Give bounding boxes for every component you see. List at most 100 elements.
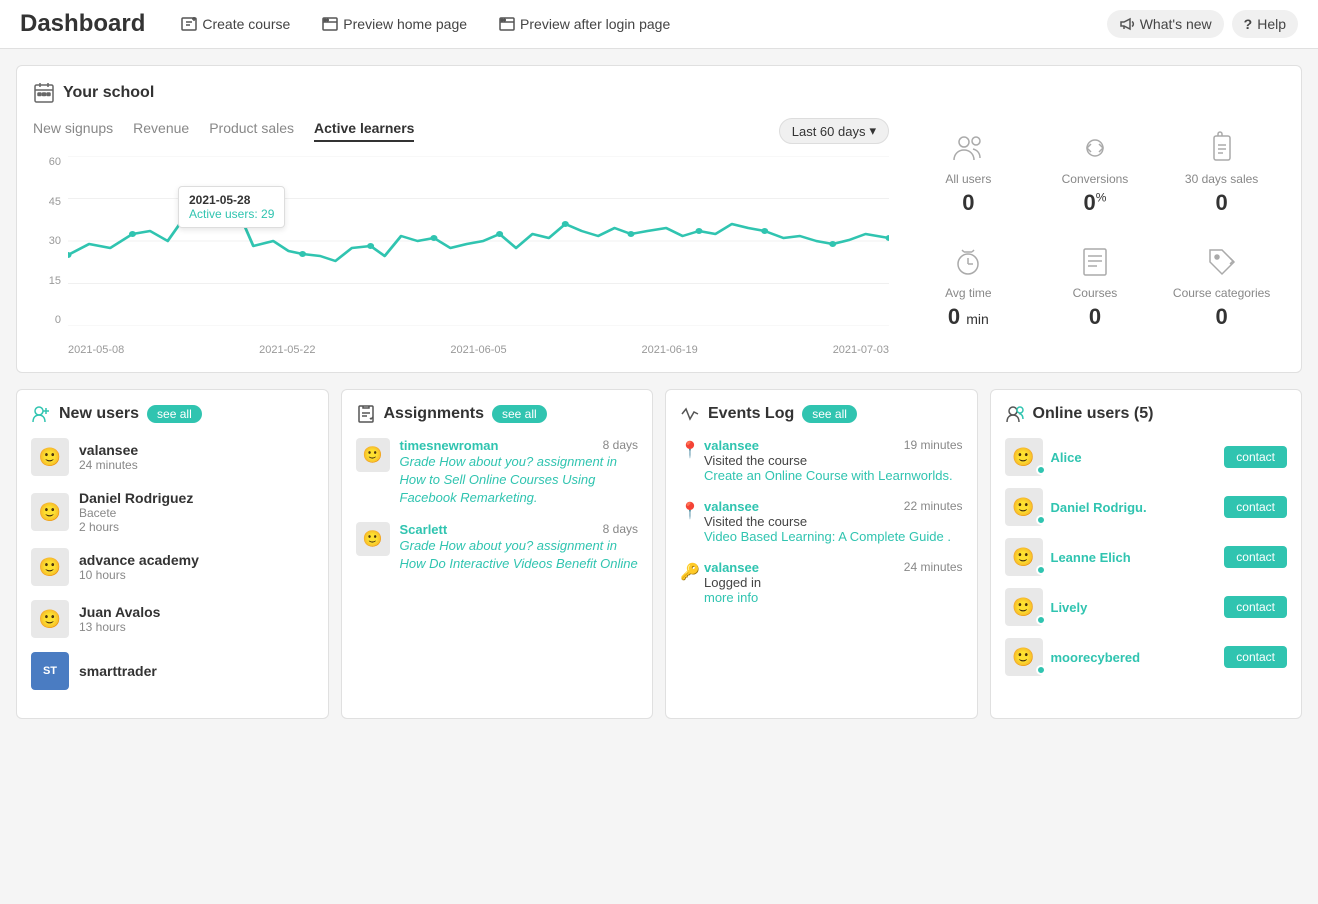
y-label-30: 30 xyxy=(33,235,61,247)
assign-days-0: 8 days xyxy=(603,438,638,452)
preview-login-label: Preview after login page xyxy=(520,16,670,32)
line-chart-svg xyxy=(68,156,889,326)
new-users-see-all[interactable]: see all xyxy=(147,405,202,423)
stat-all-users-value: 0 xyxy=(962,190,974,216)
stat-all-users-label: All users xyxy=(945,172,991,186)
tab-revenue[interactable]: Revenue xyxy=(133,120,189,142)
megaphone-icon xyxy=(1119,16,1135,32)
event-meta-0: valansee 19 minutes xyxy=(704,438,963,453)
create-course-button[interactable]: Create course xyxy=(169,10,302,38)
contact-daniel-button[interactable]: contact xyxy=(1224,496,1287,518)
help-icon: ? xyxy=(1244,16,1253,32)
user-avatar-smarttrader: ST xyxy=(31,652,69,690)
tag-icon xyxy=(1204,242,1240,282)
assignments-panel: Assignments see all 🙂 timesnewroman 8 da… xyxy=(341,389,654,719)
events-see-all[interactable]: see all xyxy=(802,405,857,423)
event-user-0[interactable]: valansee xyxy=(704,438,759,453)
event-user-1[interactable]: valansee xyxy=(704,499,759,514)
preview-login-button[interactable]: Preview after login page xyxy=(487,10,682,38)
event-content-1: valansee 22 minutes Visited the course V… xyxy=(704,499,963,544)
preview-home-button[interactable]: Preview home page xyxy=(310,10,479,38)
assign-meta-1: Scarlett 8 days xyxy=(400,522,639,537)
event-time-2: 24 minutes xyxy=(904,560,963,575)
assign-user-1: Scarlett xyxy=(400,522,448,537)
new-users-panel: New users see all 🙂 valansee 24 minutes … xyxy=(16,389,329,719)
stat-categories-value: 0 xyxy=(1215,304,1227,330)
assign-content-1: Scarlett 8 days Grade How about you? ass… xyxy=(400,522,639,573)
school-section: Your school New signups Revenue Product … xyxy=(16,65,1302,373)
online-dot-leanne xyxy=(1036,565,1046,575)
whats-new-button[interactable]: What's new xyxy=(1107,10,1224,38)
stat-30-sales-value: 0 xyxy=(1215,190,1227,216)
user-item-advance: 🙂 advance academy 10 hours xyxy=(31,548,314,586)
user-time-valansee: 24 minutes xyxy=(79,458,138,472)
chart-area: New signups Revenue Product sales Active… xyxy=(33,118,889,356)
online-name-alice: Alice xyxy=(1051,450,1217,465)
event-content-0: valansee 19 minutes Visited the course C… xyxy=(704,438,963,483)
event-user-2[interactable]: valansee xyxy=(704,560,759,575)
chart-y-labels: 60 45 30 15 0 xyxy=(33,156,61,326)
assignment-item-0: 🙂 timesnewroman 8 days Grade How about y… xyxy=(356,438,639,508)
new-users-header: New users see all xyxy=(31,404,314,424)
courses-icon xyxy=(1077,242,1113,282)
online-name-leanne: Leanne Elich xyxy=(1051,550,1217,565)
user-info-daniel: Daniel Rodriguez Bacete 2 hours xyxy=(79,490,193,534)
stat-courses-value: 0 xyxy=(1089,304,1101,330)
assignments-see-all[interactable]: see all xyxy=(492,405,547,423)
event-item-0: 📍 valansee 19 minutes Visited the course… xyxy=(680,438,963,483)
online-dot-moorecybered xyxy=(1036,665,1046,675)
event-action-0: Visited the course xyxy=(704,453,963,468)
school-header: Your school xyxy=(33,82,1285,104)
stat-all-users: All users 0 xyxy=(905,118,1032,232)
chevron-down-icon: ▾ xyxy=(869,123,876,139)
online-name-lively: Lively xyxy=(1051,600,1217,615)
user-info-advance: advance academy 10 hours xyxy=(79,552,199,582)
user-item-juan: 🙂 Juan Avalos 13 hours xyxy=(31,600,314,638)
help-button[interactable]: ? Help xyxy=(1232,10,1298,38)
events-title: Events Log xyxy=(708,405,794,423)
event-link-1[interactable]: Video Based Learning: A Complete Guide . xyxy=(704,529,963,544)
x-label-2: 2021-06-05 xyxy=(450,344,506,356)
assignments-icon xyxy=(356,404,376,424)
online-user-lively: 🙂 Lively contact xyxy=(1005,588,1288,626)
tab-product-sales[interactable]: Product sales xyxy=(209,120,294,142)
preview-home-icon xyxy=(322,16,338,32)
assignment-item-1: 🙂 Scarlett 8 days Grade How about you? a… xyxy=(356,522,639,573)
stat-avg-time: Avg time 0 min xyxy=(905,232,1032,346)
online-dot-alice xyxy=(1036,465,1046,475)
event-meta-1: valansee 22 minutes xyxy=(704,499,963,514)
online-dot-daniel xyxy=(1036,515,1046,525)
event-time-0: 19 minutes xyxy=(904,438,963,453)
contact-alice-button[interactable]: contact xyxy=(1224,446,1287,468)
event-link-0[interactable]: Create an Online Course with Learnworlds… xyxy=(704,468,963,483)
online-avatar-wrap-lively: 🙂 xyxy=(1005,588,1043,626)
header-right: What's new ? Help xyxy=(1107,10,1298,38)
contact-moorecybered-button[interactable]: contact xyxy=(1224,646,1287,668)
online-avatar-wrap-leanne: 🙂 xyxy=(1005,538,1043,576)
online-user-alice: 🙂 Alice contact xyxy=(1005,438,1288,476)
event-time-1: 22 minutes xyxy=(904,499,963,514)
event-link-2[interactable]: more info xyxy=(704,590,963,605)
tooltip-date: 2021-05-28 xyxy=(189,193,274,207)
tab-active-learners[interactable]: Active learners xyxy=(314,120,414,142)
user-avatar-advance: 🙂 xyxy=(31,548,69,586)
time-filter-select[interactable]: Last 60 days ▾ xyxy=(779,118,889,144)
y-label-45: 45 xyxy=(33,196,61,208)
contact-lively-button[interactable]: contact xyxy=(1224,596,1287,618)
stat-avg-time-value: 0 min xyxy=(948,304,989,330)
stat-30-sales: 30 days sales 0 xyxy=(1158,118,1285,232)
key-icon: 🔑 xyxy=(680,562,696,582)
user-avatar-valansee: 🙂 xyxy=(31,438,69,476)
school-body: New signups Revenue Product sales Active… xyxy=(33,118,1285,356)
tab-new-signups[interactable]: New signups xyxy=(33,120,113,142)
online-users-panel: Online users (5) 🙂 Alice contact 🙂 Danie… xyxy=(990,389,1303,719)
online-user-moorecybered: 🙂 moorecybered contact xyxy=(1005,638,1288,676)
school-title: Your school xyxy=(63,84,154,102)
conversions-icon xyxy=(1077,128,1113,168)
chart-tabs: New signups Revenue Product sales Active… xyxy=(33,118,889,144)
x-label-1: 2021-05-22 xyxy=(259,344,315,356)
user-time-advance: 10 hours xyxy=(79,568,199,582)
chart-svg-wrapper xyxy=(68,156,889,326)
event-meta-2: valansee 24 minutes xyxy=(704,560,963,575)
contact-leanne-button[interactable]: contact xyxy=(1224,546,1287,568)
